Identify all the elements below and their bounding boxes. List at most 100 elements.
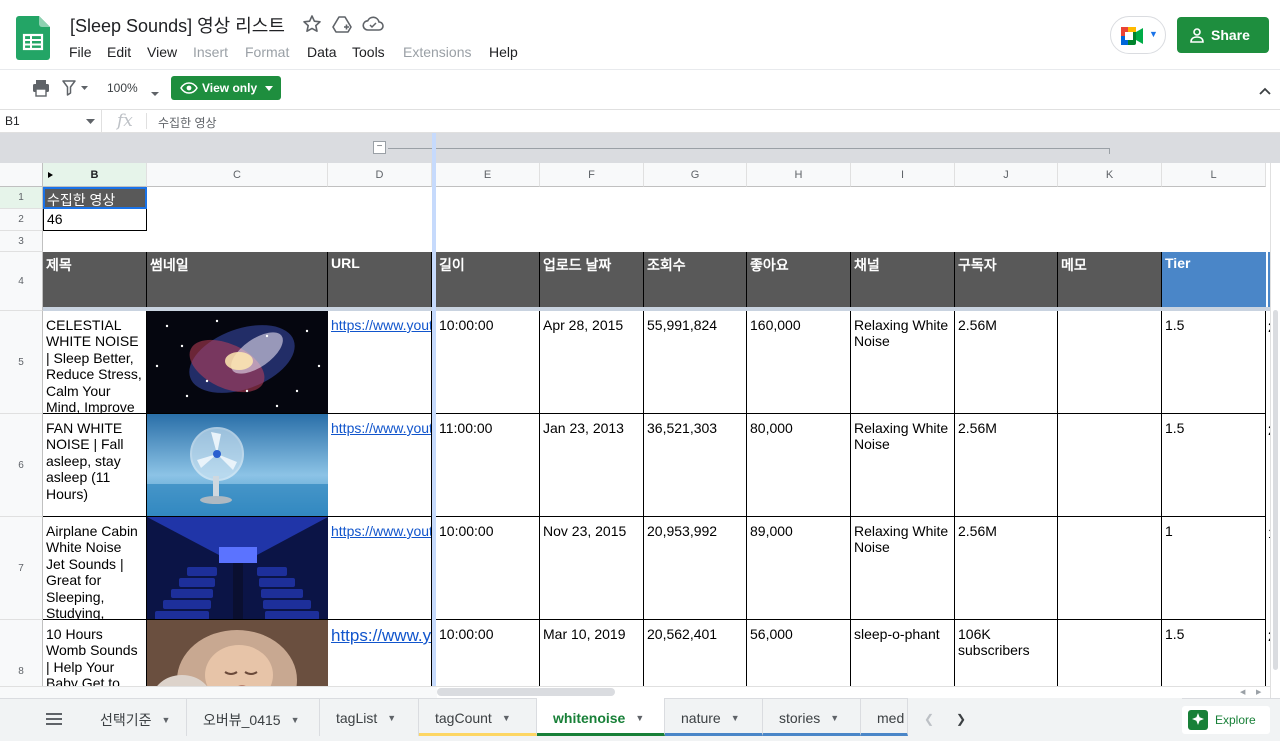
table-header-cell[interactable]: 조회수: [644, 252, 747, 311]
url-link[interactable]: https://www.youtube.com/: [331, 317, 431, 333]
vertical-scroll-thumb[interactable]: [1273, 310, 1278, 670]
table-header-cell[interactable]: 길이: [436, 252, 540, 311]
menu-format[interactable]: Format: [245, 44, 289, 60]
channel-cell[interactable]: Relaxing White Noise: [851, 414, 955, 517]
meet-button[interactable]: ▼: [1110, 16, 1166, 54]
tier-cell[interactable]: 1.5: [1162, 414, 1266, 517]
scroll-right-icon[interactable]: ▶: [1256, 688, 1261, 696]
row-header-8[interactable]: 8: [0, 620, 43, 686]
tier-cell[interactable]: 1: [1162, 517, 1266, 620]
tab-taglist[interactable]: tagList ▼: [320, 698, 419, 736]
thumbnail-cell[interactable]: [147, 311, 328, 414]
sheets-logo-icon[interactable]: [16, 16, 50, 60]
column-header-j[interactable]: J: [955, 163, 1058, 187]
collapse-toolbar-icon[interactable]: [1258, 83, 1272, 101]
tab-med[interactable]: med: [861, 698, 908, 736]
title-cell[interactable]: CELESTIAL WHITE NOISE | Sleep Better, Re…: [43, 311, 147, 414]
channel-cell[interactable]: Relaxing White Noise: [851, 517, 955, 620]
thumbnail-cell[interactable]: [147, 620, 328, 686]
tier-cell[interactable]: 1.5: [1162, 620, 1266, 686]
chevron-down-icon[interactable]: [86, 119, 95, 124]
row-header-6[interactable]: 6: [0, 414, 43, 517]
length-cell[interactable]: 11:00:00: [436, 414, 540, 517]
thumbnail-cell[interactable]: [147, 414, 328, 517]
channel-cell[interactable]: sleep-o-phant: [851, 620, 955, 686]
subs-cell[interactable]: 2.56M: [955, 414, 1058, 517]
memo-cell[interactable]: [1058, 620, 1162, 686]
url-cell[interactable]: https://www.youtube.com/: [328, 311, 432, 414]
column-header-l[interactable]: L: [1162, 163, 1266, 187]
column-header-k[interactable]: K: [1058, 163, 1162, 187]
filter-icon[interactable]: [62, 80, 90, 101]
select-all-corner[interactable]: [0, 163, 43, 187]
table-header-cell[interactable]: 구독자: [955, 252, 1058, 311]
print-icon[interactable]: [32, 79, 50, 102]
length-cell[interactable]: 10:00:00: [436, 620, 540, 686]
zoom-select[interactable]: 100%: [107, 81, 138, 95]
scroll-left-icon[interactable]: ◀: [1240, 688, 1245, 696]
chevron-down-icon[interactable]: ▼: [387, 713, 396, 723]
row-header-2[interactable]: 2: [0, 209, 43, 231]
chevron-down-icon[interactable]: ▼: [162, 715, 171, 725]
title-cell[interactable]: Airplane Cabin White Noise Jet Sounds | …: [43, 517, 147, 620]
tabs-scroll-right-icon[interactable]: ❯: [956, 712, 966, 726]
url-cell[interactable]: https://www.youtube.com/: [328, 414, 432, 517]
table-header-cell[interactable]: 썸네일: [147, 252, 328, 311]
tab-stories[interactable]: stories ▼: [763, 698, 861, 736]
column-header-e[interactable]: E: [436, 163, 540, 187]
subs-cell[interactable]: 2.56M: [955, 517, 1058, 620]
length-cell[interactable]: 10:00:00: [436, 517, 540, 620]
url-cell[interactable]: https://www.youtube.com/: [328, 517, 432, 620]
menu-file[interactable]: File: [69, 44, 92, 60]
table-header-cell[interactable]: URL: [328, 252, 432, 311]
url-link[interactable]: https://www.youtube.com/: [331, 523, 431, 539]
url-link[interactable]: https://www.youtube.com/: [331, 420, 431, 436]
thumbnail-image[interactable]: [147, 517, 328, 619]
title-cell[interactable]: FAN WHITE NOISE | Fall asleep, stay asle…: [43, 414, 147, 517]
table-header-cell[interactable]: 제목: [43, 252, 147, 311]
table-header-cell[interactable]: 업로드 날짜: [540, 252, 644, 311]
row-header-7[interactable]: 7: [0, 517, 43, 620]
views-cell[interactable]: 20,562,401: [644, 620, 747, 686]
collapse-group-icon[interactable]: −: [373, 141, 386, 154]
summary-count-cell[interactable]: 46: [43, 209, 147, 231]
column-header-b[interactable]: B: [43, 163, 147, 187]
views-cell[interactable]: 20,953,992: [644, 517, 747, 620]
memo-cell[interactable]: [1058, 414, 1162, 517]
table-header-cell[interactable]: Tier: [1162, 252, 1266, 311]
cloud-status-icon[interactable]: [362, 14, 384, 34]
explore-button[interactable]: Explore: [1182, 706, 1270, 734]
chevron-down-icon[interactable]: ▼: [291, 715, 300, 725]
table-header-cell[interactable]: 채널: [851, 252, 955, 311]
views-cell[interactable]: 36,521,303: [644, 414, 747, 517]
thumbnail-cell[interactable]: [147, 517, 328, 620]
length-cell[interactable]: 10:00:00: [436, 311, 540, 414]
url-cell[interactable]: https://www.youtube.com/: [328, 620, 432, 686]
memo-cell[interactable]: [1058, 311, 1162, 414]
tab-nature[interactable]: nature ▼: [665, 698, 763, 736]
url-link[interactable]: https://www.youtube.com/: [331, 626, 431, 645]
menu-tools[interactable]: Tools: [352, 44, 385, 60]
share-button[interactable]: Share: [1177, 17, 1269, 53]
menu-edit[interactable]: Edit: [107, 44, 131, 60]
date-cell[interactable]: Apr 28, 2015: [540, 311, 644, 414]
views-cell[interactable]: 55,991,824: [644, 311, 747, 414]
column-header-d[interactable]: D: [328, 163, 432, 187]
table-header-cell[interactable]: 좋아요: [747, 252, 851, 311]
likes-cell[interactable]: 160,000: [747, 311, 851, 414]
document-title[interactable]: [Sleep Sounds] 영상 리스트: [70, 12, 285, 38]
row-header-1[interactable]: 1: [0, 187, 43, 209]
thumbnail-image[interactable]: [147, 620, 328, 686]
column-header-g[interactable]: G: [644, 163, 747, 187]
menu-extensions[interactable]: Extensions: [403, 44, 471, 60]
menu-help[interactable]: Help: [489, 44, 518, 60]
date-cell[interactable]: Mar 10, 2019: [540, 620, 644, 686]
horizontal-scroll-thumb[interactable]: [437, 688, 615, 696]
column-hidden-marker-icon[interactable]: [48, 172, 53, 178]
tab-오버뷰_0415[interactable]: 오버뷰_0415 ▼: [187, 698, 320, 736]
menu-insert[interactable]: Insert: [193, 44, 228, 60]
column-header-h[interactable]: H: [747, 163, 851, 187]
subs-cell[interactable]: 2.56M: [955, 311, 1058, 414]
likes-cell[interactable]: 89,000: [747, 517, 851, 620]
tier-cell[interactable]: 1.5: [1162, 311, 1266, 414]
